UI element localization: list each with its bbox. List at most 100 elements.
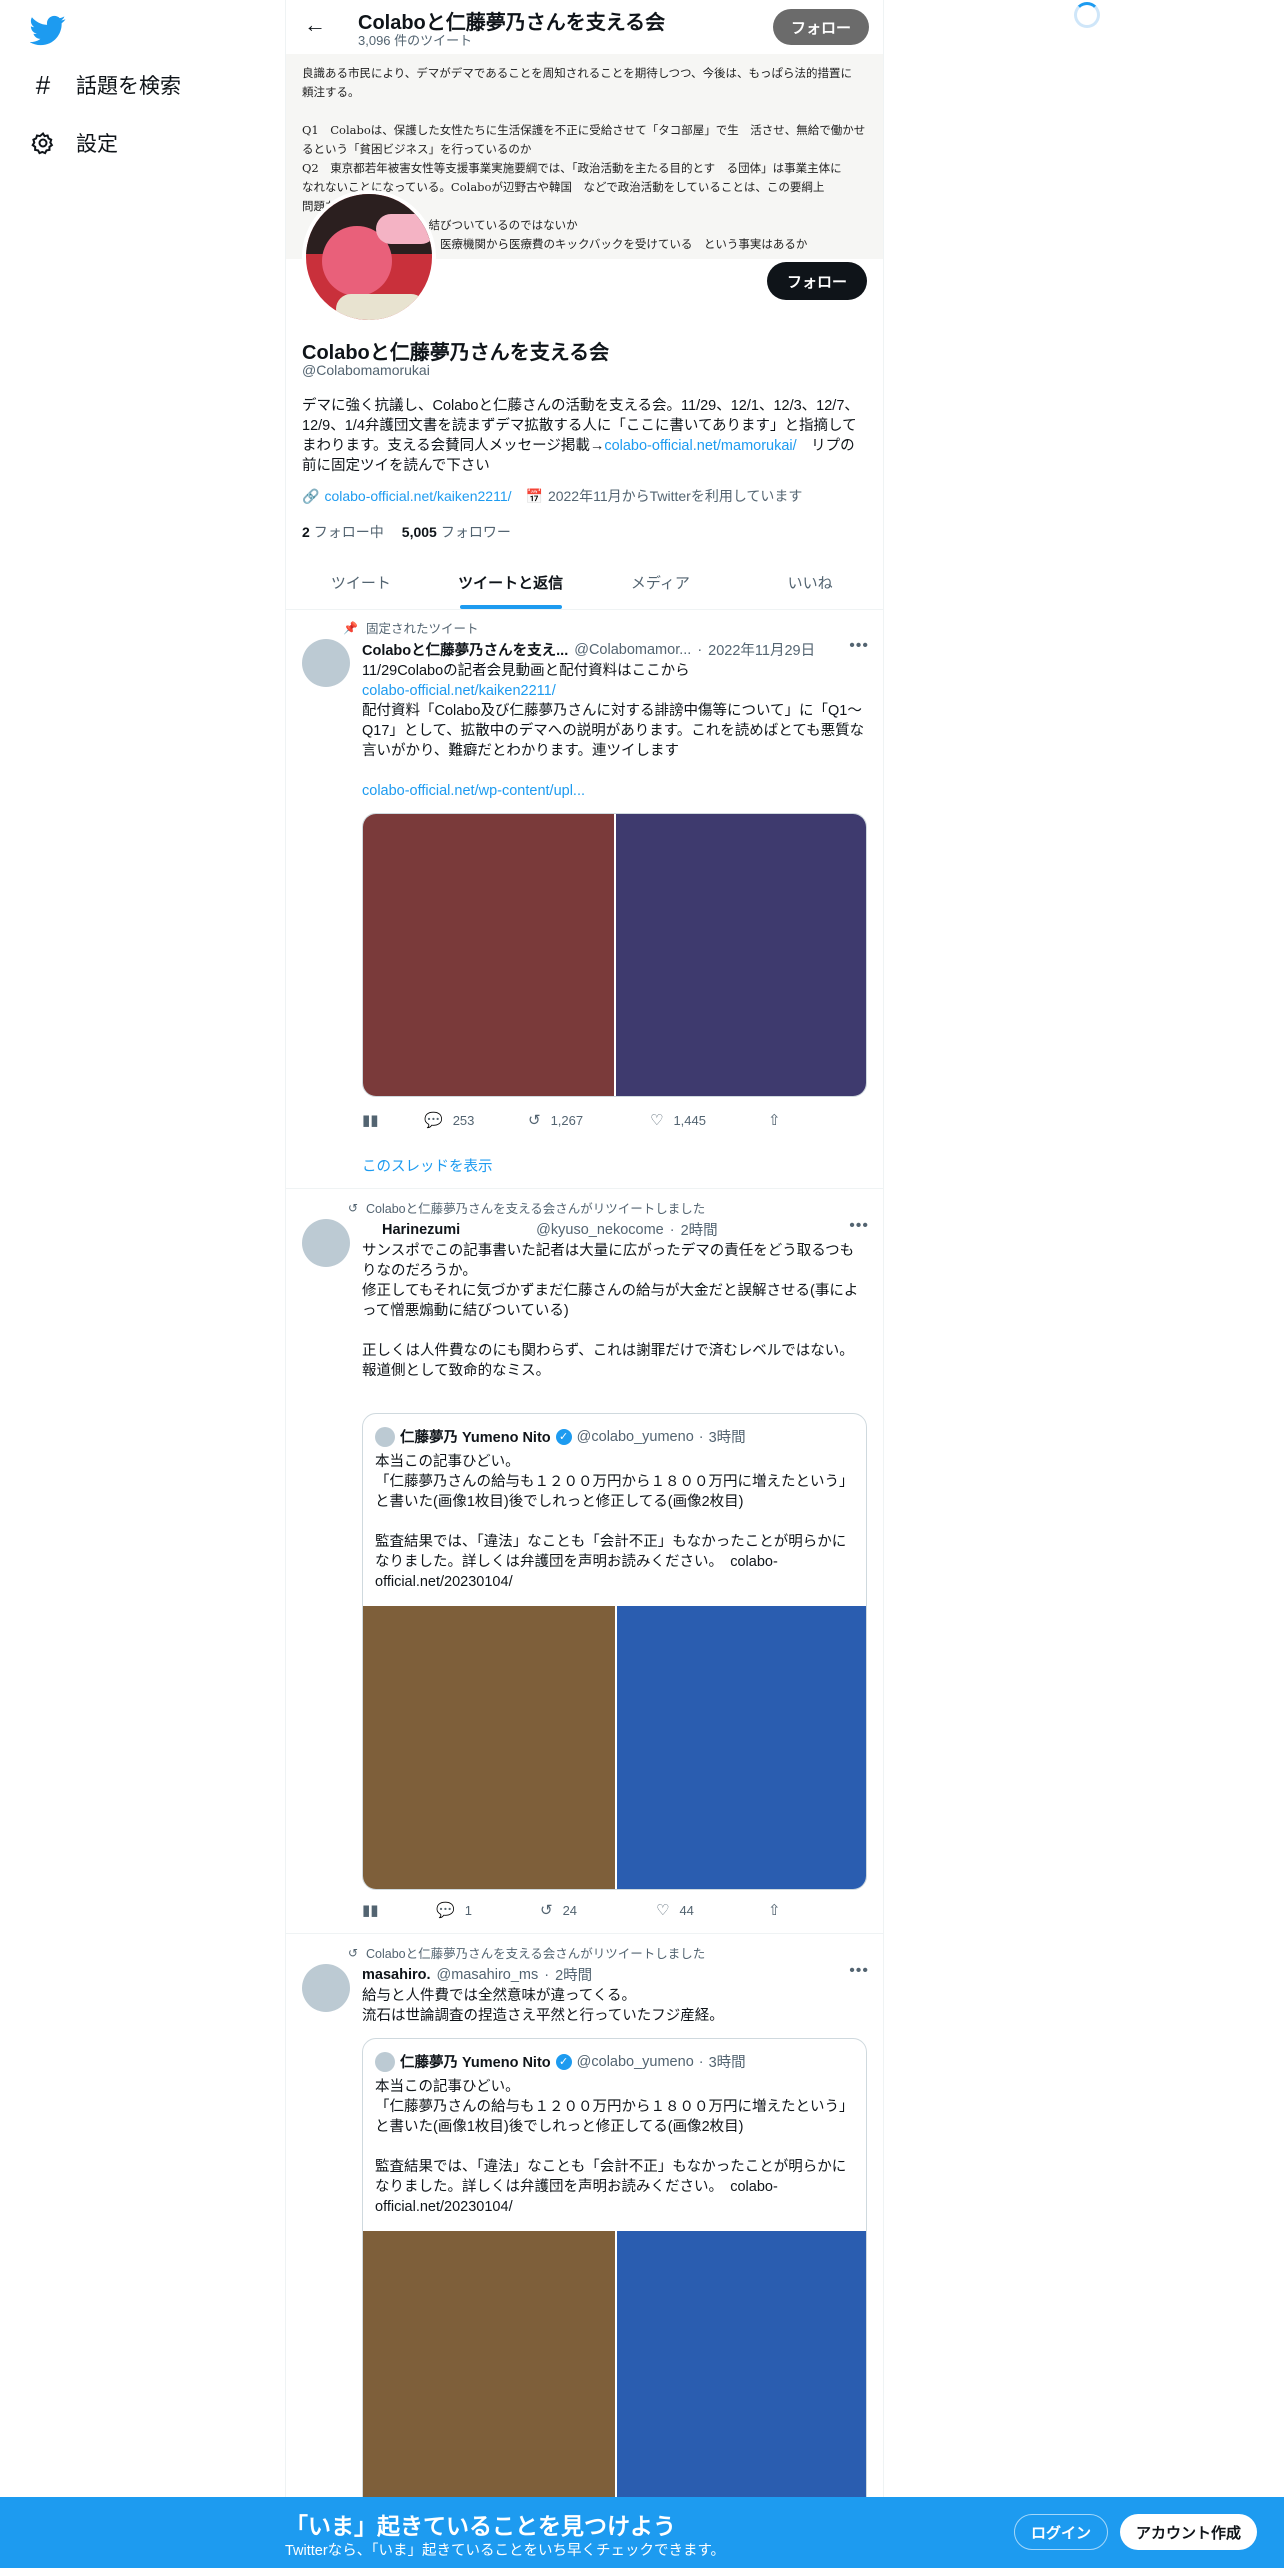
tweet-author-handle[interactable]: @kyuso_nekocome: [536, 1222, 664, 1238]
retweet-button[interactable]: ↺ 24: [540, 1901, 577, 1919]
signup-button[interactable]: アカウント作成: [1120, 2514, 1258, 2550]
analytics-button[interactable]: ▮▮: [362, 1111, 379, 1129]
tweet-author-name[interactable]: Colaboと仁藤夢乃さんを支え...: [362, 639, 568, 660]
like-button[interactable]: ♡ 1,445: [650, 1111, 706, 1129]
signup-banner-subtitle: Twitterなら、「いま」起きていることをいち早くチェックできます。: [285, 2543, 725, 2559]
profile-tabs: ツイート ツイートと返信 メディア いいね: [286, 558, 883, 610]
bio-link[interactable]: colabo-official.net/mamorukai/: [604, 438, 796, 454]
more-options-icon[interactable]: •••: [849, 1962, 869, 1980]
tweet-author-handle[interactable]: @Colabomamor...: [574, 642, 691, 658]
show-thread-link[interactable]: このスレッドを表示: [362, 1155, 493, 1176]
main-column: 良識ある市民により、デマがデマであることを周知されることを期待しつつ、今後は、も…: [285, 0, 884, 2568]
heart-icon: ♡: [656, 1902, 670, 1919]
share-button[interactable]: ⇧: [768, 1111, 781, 1129]
tweet-context: 📌 固定されたツイート: [338, 618, 478, 637]
share-icon: ⇧: [768, 1902, 781, 1919]
retweet-icon: ↺: [347, 1945, 358, 1960]
retweet-icon: ↺: [347, 1200, 358, 1215]
profile-avatar[interactable]: [302, 190, 436, 324]
profile-name: Colaboと仁藤夢乃さんを支える会: [302, 342, 610, 364]
profile-bio: デマに強く抗議し、Colaboと仁藤さんの活動を支える会。11/29、12/1、…: [302, 396, 862, 476]
reply-button[interactable]: 💬 1: [436, 1901, 472, 1919]
tweet-time[interactable]: 2時間: [555, 1964, 592, 1985]
analytics-button[interactable]: ▮▮: [362, 1901, 379, 1919]
follow-button[interactable]: フォロー: [766, 262, 867, 300]
tab-tweets[interactable]: ツイート: [286, 558, 436, 609]
tab-likes[interactable]: いいね: [735, 558, 883, 609]
nav-settings[interactable]: 設定: [30, 128, 118, 158]
quote-body: 本当この記事ひどい。 「仁藤夢乃さんの給与も１２００万円から１８００万円に増えた…: [375, 2079, 854, 2215]
tweet-image-right[interactable]: [615, 814, 866, 1096]
avatar[interactable]: [302, 1219, 350, 1267]
nav-settings-label: 設定: [76, 133, 118, 156]
more-options-icon[interactable]: •••: [849, 1217, 869, 1235]
quote-tweet[interactable]: 仁藤夢乃 Yumeno Nito ✓ @colabo_yumeno · 3時間 …: [362, 1413, 867, 1890]
verified-badge-icon: ✓: [555, 1428, 572, 1445]
gear-icon: [30, 130, 56, 156]
header-tweet-count: 3,096 件のツイート: [358, 33, 473, 48]
profile-website[interactable]: colabo-official.net/kaiken2211/: [324, 488, 511, 504]
retweet-button[interactable]: ↺ 1,267: [528, 1111, 583, 1129]
tweet-header: Colaboと仁藤夢乃さんを支え... @Colabomamor... · 20…: [362, 639, 815, 660]
tweet-time[interactable]: 2時間: [681, 1219, 718, 1240]
loading-spinner: [1074, 2, 1100, 28]
tweet[interactable]: ↺ Colaboと仁藤夢乃さんを支える会さんがリツイートしました Harinez…: [286, 1189, 883, 1934]
tweet-body: 給与と人件費では全然意味が違ってくる。 流石は世論調査の捏造さえ平然と行っていた…: [362, 1988, 724, 2024]
verified-badge-icon: ✓: [555, 2053, 572, 2070]
tab-media[interactable]: メディア: [586, 558, 736, 609]
tweet-link[interactable]: colabo-official.net/wp-content/upl...: [362, 783, 585, 799]
signup-banner-title: 「いま」起きていることを見つけよう: [285, 2513, 676, 2539]
quote-media[interactable]: [363, 1606, 866, 1889]
header-follow-button[interactable]: フォロー: [772, 9, 869, 45]
tweet-link[interactable]: colabo-official.net/kaiken2211/: [362, 683, 556, 699]
like-button[interactable]: ♡ 44: [656, 1901, 694, 1919]
quote-author-name: 仁藤夢乃 Yumeno Nito: [400, 1430, 551, 1446]
quote-tweet[interactable]: 仁藤夢乃 Yumeno Nito ✓ @colabo_yumeno · 3時間 …: [362, 2038, 867, 2568]
quote-author-name: 仁藤夢乃 Yumeno Nito: [400, 2055, 551, 2071]
hashtag-icon: #: [35, 69, 51, 100]
tab-tweets-and-replies[interactable]: ツイートと返信: [436, 558, 586, 609]
bar-chart-icon: ▮▮: [362, 1112, 379, 1129]
tweet-media[interactable]: [362, 813, 867, 1097]
bar-chart-icon: ▮▮: [362, 1902, 379, 1919]
retweet-icon: ↺: [540, 1902, 553, 1919]
avatar[interactable]: [302, 639, 350, 687]
share-button[interactable]: ⇧: [768, 1901, 781, 1919]
tweet-body: サンスポでこの記事書いた記者は大量に広がったデマの責任をどう取るつもりなのだろう…: [362, 1243, 859, 1379]
profile-handle: @Colabomamorukai: [302, 362, 430, 378]
quote-image-right[interactable]: [616, 1606, 866, 1889]
nav-explore[interactable]: # 話題を検索: [30, 70, 181, 100]
following-link[interactable]: 2 フォロー中: [302, 522, 384, 542]
back-arrow-icon[interactable]: ←: [300, 12, 330, 42]
profile-meta: 🔗 colabo-official.net/kaiken2211/ 📅 2022…: [302, 486, 802, 506]
more-options-icon[interactable]: •••: [849, 637, 869, 655]
profile-follow-counts: 2 フォロー中 5,005 フォロワー: [302, 522, 511, 542]
followers-link[interactable]: 5,005 フォロワー: [402, 522, 511, 542]
twitter-logo-icon[interactable]: [29, 12, 66, 48]
quote-image-left[interactable]: [363, 1606, 615, 1889]
tweet[interactable]: 📌 固定されたツイート Colaboと仁藤夢乃さんを支え... @Colabom…: [286, 611, 883, 1189]
tweet-context: ↺ Colaboと仁藤夢乃さんを支える会さんがリツイートしました: [338, 1943, 705, 1962]
quote-time: 3時間: [708, 2055, 746, 2071]
avatar: [375, 1426, 395, 1447]
nav-explore-label: 話題を検索: [76, 75, 181, 98]
profile-joined: 2022年11月からTwitterを利用しています: [547, 488, 803, 504]
tweet-header: masahiro. @masahiro_ms · 2時間: [362, 1964, 592, 1985]
left-nav: # 話題を検索 設定: [0, 0, 285, 2568]
top-bar: ← Colaboと仁藤夢乃さんを支える会 3,096 件のツイート フォロー: [286, 0, 883, 54]
reply-button[interactable]: 💬 253: [424, 1111, 474, 1129]
tweet-author-name[interactable]: Harinezumi: [382, 1222, 460, 1238]
login-button[interactable]: ログイン: [1014, 2514, 1109, 2550]
tweet-time[interactable]: 2022年11月29日: [708, 639, 815, 660]
reply-icon: 💬: [436, 1902, 455, 1919]
avatar[interactable]: [302, 1964, 350, 2012]
tweet-image-left[interactable]: [363, 814, 614, 1096]
quote-time: 3時間: [708, 1430, 746, 1446]
avatar: [375, 2051, 395, 2072]
pin-icon: 📌: [343, 620, 358, 635]
tweet-author-name[interactable]: masahiro.: [362, 1967, 431, 1983]
tweet-author-handle[interactable]: @masahiro_ms: [437, 1967, 539, 1983]
quote-body: 本当この記事ひどい。 「仁藤夢乃さんの給与も１２００万円から１８００万円に増えた…: [375, 1454, 854, 1590]
quote-author-handle: @colabo_yumeno: [576, 1428, 694, 1445]
tweet[interactable]: ↺ Colaboと仁藤夢乃さんを支える会さんがリツイートしました masahir…: [286, 1934, 883, 2568]
